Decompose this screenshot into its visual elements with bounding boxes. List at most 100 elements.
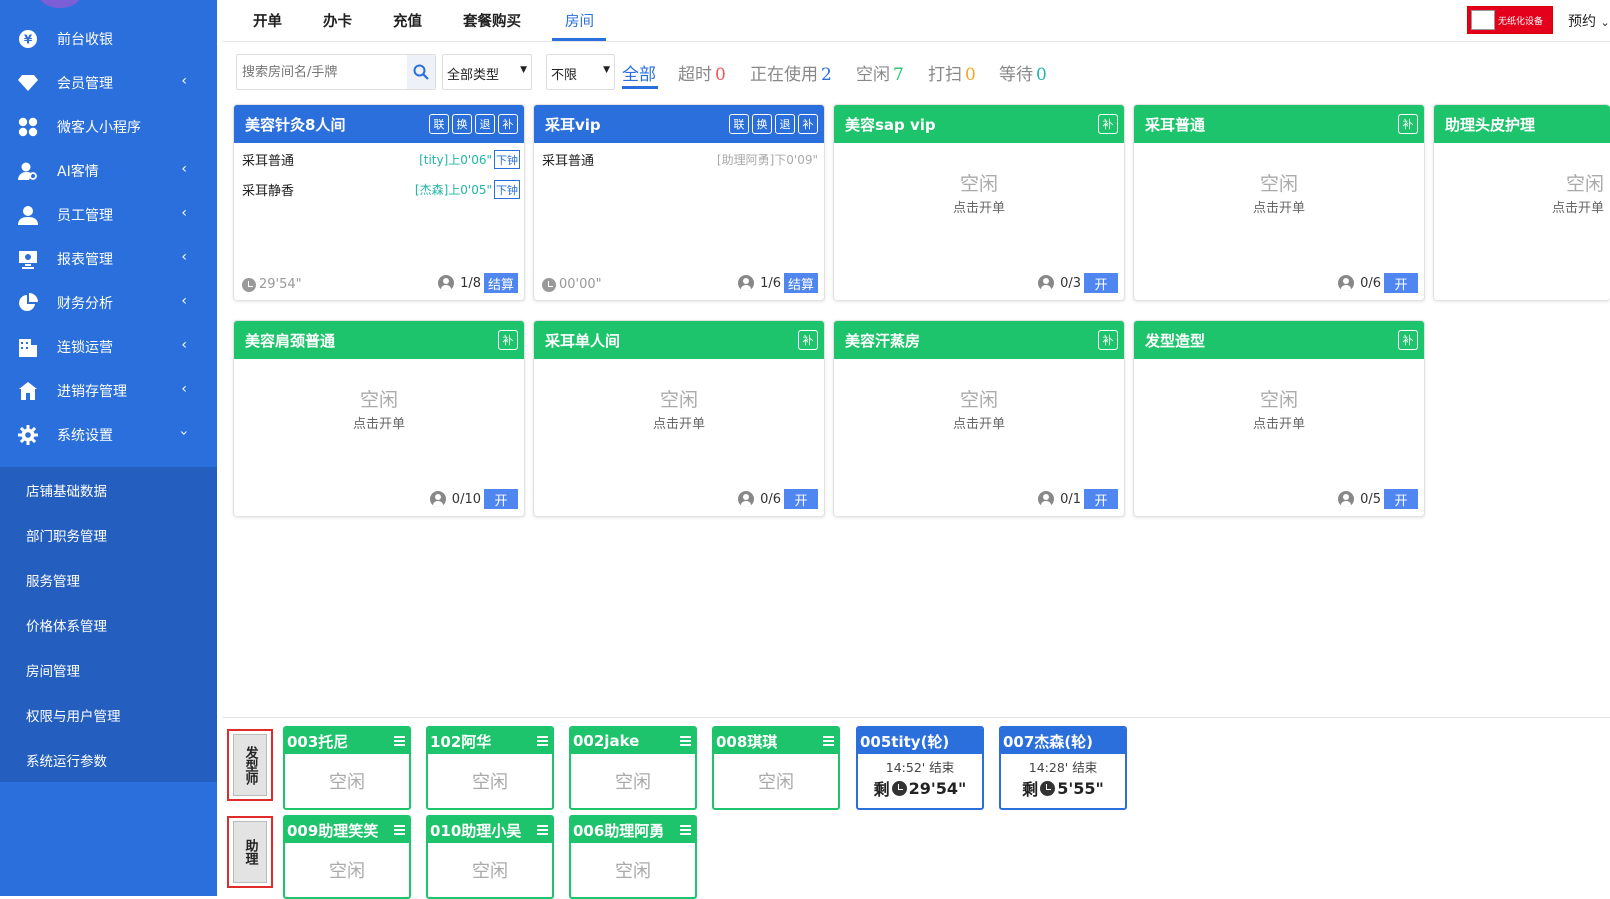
staff-card[interactable]: 002jake 空闲 bbox=[569, 726, 697, 810]
sidebar-item-settings[interactable]: 系统设置 ‹ bbox=[0, 412, 217, 457]
staff-card[interactable]: 010助理小吴 空闲 bbox=[426, 815, 554, 899]
clock-off-button[interactable]: 下钟 bbox=[494, 180, 520, 199]
submenu-item-pricing[interactable]: 价格体系管理 bbox=[0, 602, 217, 647]
brand-badge-label: 无纸化设备 bbox=[1498, 16, 1544, 27]
tab-package[interactable]: 套餐购买 bbox=[463, 10, 521, 31]
supplement-button[interactable]: 补 bbox=[798, 330, 818, 350]
room-card[interactable]: 美容针灸8人间 联 换 退 补 采耳普通 [tity]上0'06" 下钟 采耳静… bbox=[233, 104, 525, 301]
open-room-button[interactable]: 开 bbox=[484, 489, 518, 509]
reserve-menu[interactable]: 预约 ⌄ bbox=[1568, 11, 1610, 31]
menu-icon[interactable] bbox=[537, 825, 548, 835]
room-card[interactable]: 采耳单人间 补 空闲 点击开单 0/6 开 bbox=[533, 320, 825, 517]
change-room-button[interactable]: 换 bbox=[752, 114, 772, 134]
room-card[interactable]: 美容sap vip 补 空闲 点击开单 0/3 开 bbox=[833, 104, 1125, 301]
change-room-button[interactable]: 换 bbox=[452, 114, 472, 134]
staff-group-hairstylist[interactable]: 发型师 bbox=[227, 729, 273, 801]
tab-open-order[interactable]: 开单 bbox=[253, 10, 282, 31]
active-tab-indicator bbox=[552, 38, 606, 41]
refund-button[interactable]: 退 bbox=[475, 114, 495, 134]
sidebar-item-finance[interactable]: 财务分析 ‹ bbox=[0, 280, 217, 325]
filter-all[interactable]: 全部 bbox=[622, 60, 656, 85]
checkout-button[interactable]: 结算 bbox=[784, 273, 818, 293]
submenu-item-store-data[interactable]: 店铺基础数据 bbox=[0, 467, 217, 512]
tab-card[interactable]: 办卡 bbox=[323, 10, 352, 31]
open-order-hint[interactable]: 点击开单 bbox=[834, 413, 1124, 432]
open-room-button[interactable]: 开 bbox=[1384, 273, 1418, 293]
filter-idle[interactable]: 空闲 7 bbox=[856, 60, 904, 85]
supplement-button[interactable]: 补 bbox=[1098, 330, 1118, 350]
staff-card[interactable]: 003托尼 空闲 bbox=[283, 726, 411, 810]
supplement-button[interactable]: 补 bbox=[1398, 330, 1418, 350]
staff-card[interactable]: 005tity(轮) 14:52' 结束 剩 29'54" bbox=[856, 726, 984, 810]
room-card[interactable]: 采耳vip 联 换 退 补 采耳普通 [助理阿勇]下0'09" 00'00" 1… bbox=[533, 104, 825, 301]
sidebar-item-ai-customer[interactable]: AI客情 ‹ bbox=[0, 148, 217, 193]
checkout-button[interactable]: 结算 bbox=[484, 273, 518, 293]
filter-cleaning[interactable]: 打扫 0 bbox=[928, 60, 976, 85]
sidebar-item-chain[interactable]: 连锁运营 ‹ bbox=[0, 324, 217, 369]
supplement-button[interactable]: 补 bbox=[498, 114, 518, 134]
sidebar-item-members[interactable]: 会员管理 ‹ bbox=[0, 60, 217, 105]
open-order-hint[interactable]: 点击开单 bbox=[834, 197, 1124, 216]
open-order-hint[interactable]: 点击开单 bbox=[1434, 197, 1610, 216]
submenu-item-departments[interactable]: 部门职务管理 bbox=[0, 512, 217, 557]
menu-icon[interactable] bbox=[394, 736, 405, 746]
sidebar-item-staff[interactable]: 员工管理 ‹ bbox=[0, 192, 217, 237]
room-card[interactable]: 发型造型 补 空闲 点击开单 0/5 开 bbox=[1133, 320, 1425, 517]
room-card[interactable]: 采耳普通 补 空闲 点击开单 0/6 开 bbox=[1133, 104, 1425, 301]
clock-off-button[interactable]: 下钟 bbox=[494, 150, 520, 169]
menu-icon[interactable] bbox=[537, 736, 548, 746]
filter-overtime[interactable]: 超时 0 bbox=[678, 60, 726, 85]
refund-button[interactable]: 退 bbox=[775, 114, 795, 134]
room-card[interactable]: 助理头皮护理 空闲 点击开单 bbox=[1433, 104, 1610, 301]
sidebar-item-miniprogram[interactable]: 微客人小程序 bbox=[0, 104, 217, 149]
staff-card[interactable]: 008琪琪 空闲 bbox=[712, 726, 840, 810]
chevron-left-icon: ‹ bbox=[181, 381, 187, 397]
link-room-button[interactable]: 联 bbox=[429, 114, 449, 134]
avatar[interactable] bbox=[38, 0, 82, 8]
room-card[interactable]: 美容汗蒸房 补 空闲 点击开单 0/1 开 bbox=[833, 320, 1125, 517]
supplement-button[interactable]: 补 bbox=[1398, 114, 1418, 134]
open-order-hint[interactable]: 点击开单 bbox=[234, 413, 524, 432]
menu-icon[interactable] bbox=[680, 825, 691, 835]
staff-name: 010助理小吴 bbox=[430, 821, 522, 840]
tab-recharge[interactable]: 充值 bbox=[393, 10, 422, 31]
sidebar-item-inventory[interactable]: 进销存管理 ‹ bbox=[0, 368, 217, 413]
submenu-item-permissions[interactable]: 权限与用户管理 bbox=[0, 692, 217, 737]
sidebar-item-cashier[interactable]: ¥ 前台收银 bbox=[0, 16, 217, 61]
submenu-item-rooms[interactable]: 房间管理 bbox=[0, 647, 217, 692]
menu-icon[interactable] bbox=[394, 825, 405, 835]
open-room-button[interactable]: 开 bbox=[1384, 489, 1418, 509]
staff-card[interactable]: 006助理阿勇 空闲 bbox=[569, 815, 697, 899]
staff-card[interactable]: 007杰森(轮) 14:28' 结束 剩 5'55" bbox=[999, 726, 1127, 810]
staff-status: 空闲 bbox=[615, 772, 651, 793]
open-order-hint[interactable]: 点击开单 bbox=[534, 413, 824, 432]
filter-waiting[interactable]: 等待 0 bbox=[999, 60, 1047, 85]
supplement-button[interactable]: 补 bbox=[1098, 114, 1118, 134]
open-room-button[interactable]: 开 bbox=[1084, 273, 1118, 293]
open-order-hint[interactable]: 点击开单 bbox=[1134, 197, 1424, 216]
search-button[interactable] bbox=[407, 55, 435, 89]
room-card[interactable]: 美容肩颈普通 补 空闲 点击开单 0/10 开 bbox=[233, 320, 525, 517]
sidebar-item-reports[interactable]: 报表管理 ‹ bbox=[0, 236, 217, 281]
menu-icon[interactable] bbox=[823, 736, 834, 746]
open-room-button[interactable]: 开 bbox=[784, 489, 818, 509]
supplement-button[interactable]: 补 bbox=[498, 330, 518, 350]
staff-card[interactable]: 102阿华 空闲 bbox=[426, 726, 554, 810]
filter-in-use[interactable]: 正在使用 2 bbox=[750, 60, 832, 85]
link-room-button[interactable]: 联 bbox=[729, 114, 749, 134]
service-name: 采耳普通 bbox=[542, 154, 595, 169]
submenu-item-system-params[interactable]: 系统运行参数 bbox=[0, 737, 217, 782]
submenu-item-services[interactable]: 服务管理 bbox=[0, 557, 217, 602]
open-room-button[interactable]: 开 bbox=[1084, 489, 1118, 509]
supplement-button[interactable]: 补 bbox=[798, 114, 818, 134]
open-order-hint[interactable]: 点击开单 bbox=[1134, 413, 1424, 432]
paperless-device-badge[interactable]: 无纸化设备 bbox=[1467, 6, 1553, 34]
menu-icon[interactable] bbox=[680, 736, 691, 746]
limit-select[interactable]: 不限 ▼ bbox=[546, 54, 615, 90]
search-input[interactable] bbox=[237, 55, 407, 89]
room-type-select[interactable]: 全部类型 ▼ bbox=[442, 54, 532, 90]
staff-card[interactable]: 009助理笑笑 空闲 bbox=[283, 815, 411, 899]
room-name: 美容肩颈普通 bbox=[245, 331, 336, 350]
staff-group-assistant[interactable]: 助理 bbox=[227, 816, 273, 888]
tab-rooms[interactable]: 房间 bbox=[565, 10, 594, 31]
